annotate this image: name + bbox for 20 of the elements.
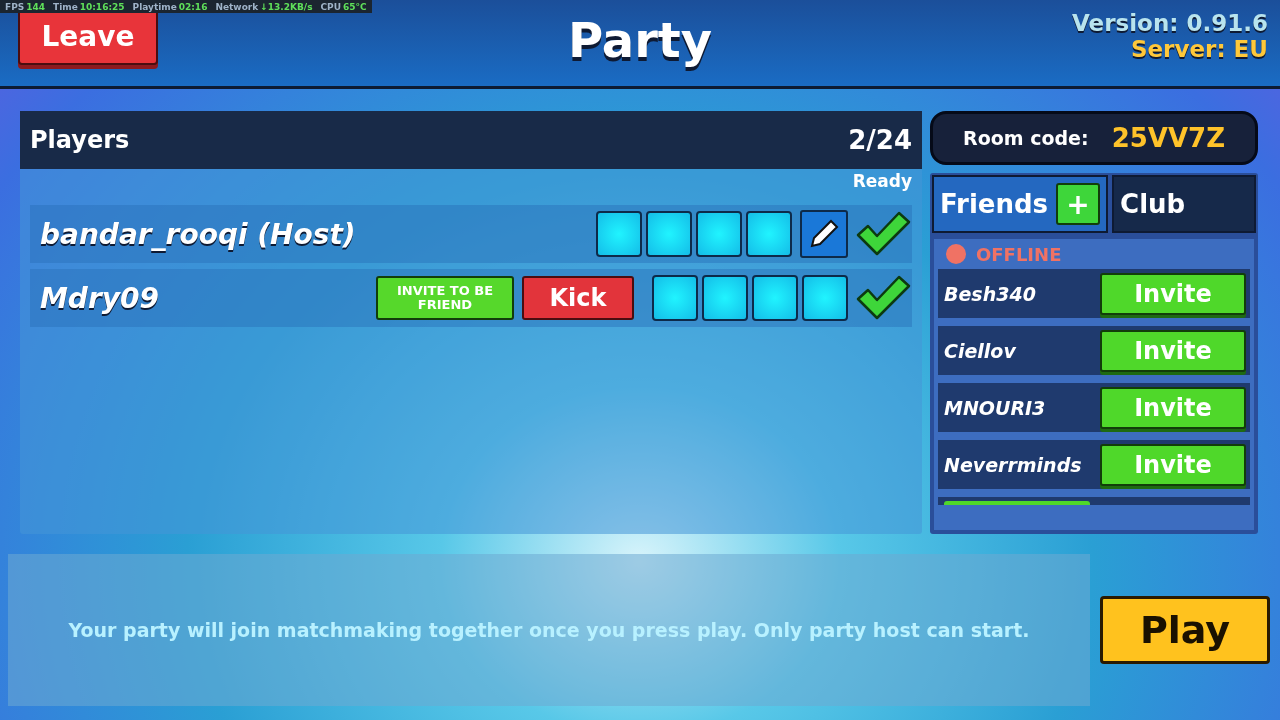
player-name: bandar_rooqi (Host) bbox=[40, 217, 356, 251]
server-label: Server: EU bbox=[1129, 36, 1268, 62]
status-label: OFFLINE bbox=[976, 243, 1062, 265]
panel-title: Players bbox=[30, 126, 130, 154]
stat-label: Network bbox=[215, 1, 259, 12]
friend-name: MNOURI3 bbox=[944, 396, 1046, 419]
friend-name: Ciellov bbox=[944, 339, 1016, 362]
page-title: Party bbox=[567, 12, 713, 68]
player-name: Mdry09 bbox=[40, 281, 159, 315]
stat-label: CPU bbox=[320, 1, 342, 12]
room-code-label: Room code: bbox=[963, 127, 1089, 149]
friend-name: Besh340 bbox=[944, 282, 1036, 305]
column-header: Ready bbox=[852, 171, 912, 193]
friend-name: Neverrminds bbox=[944, 453, 1082, 476]
room-code: 25VV7Z bbox=[1111, 123, 1225, 153]
stat-value: ↓13.2KB/s bbox=[260, 1, 313, 12]
player-count: 2/24 bbox=[848, 125, 912, 155]
version-label: Version: 0.91.6 bbox=[1072, 10, 1268, 36]
stat-value: 65°C bbox=[343, 1, 367, 12]
stat-value: 02:16 bbox=[178, 1, 208, 12]
